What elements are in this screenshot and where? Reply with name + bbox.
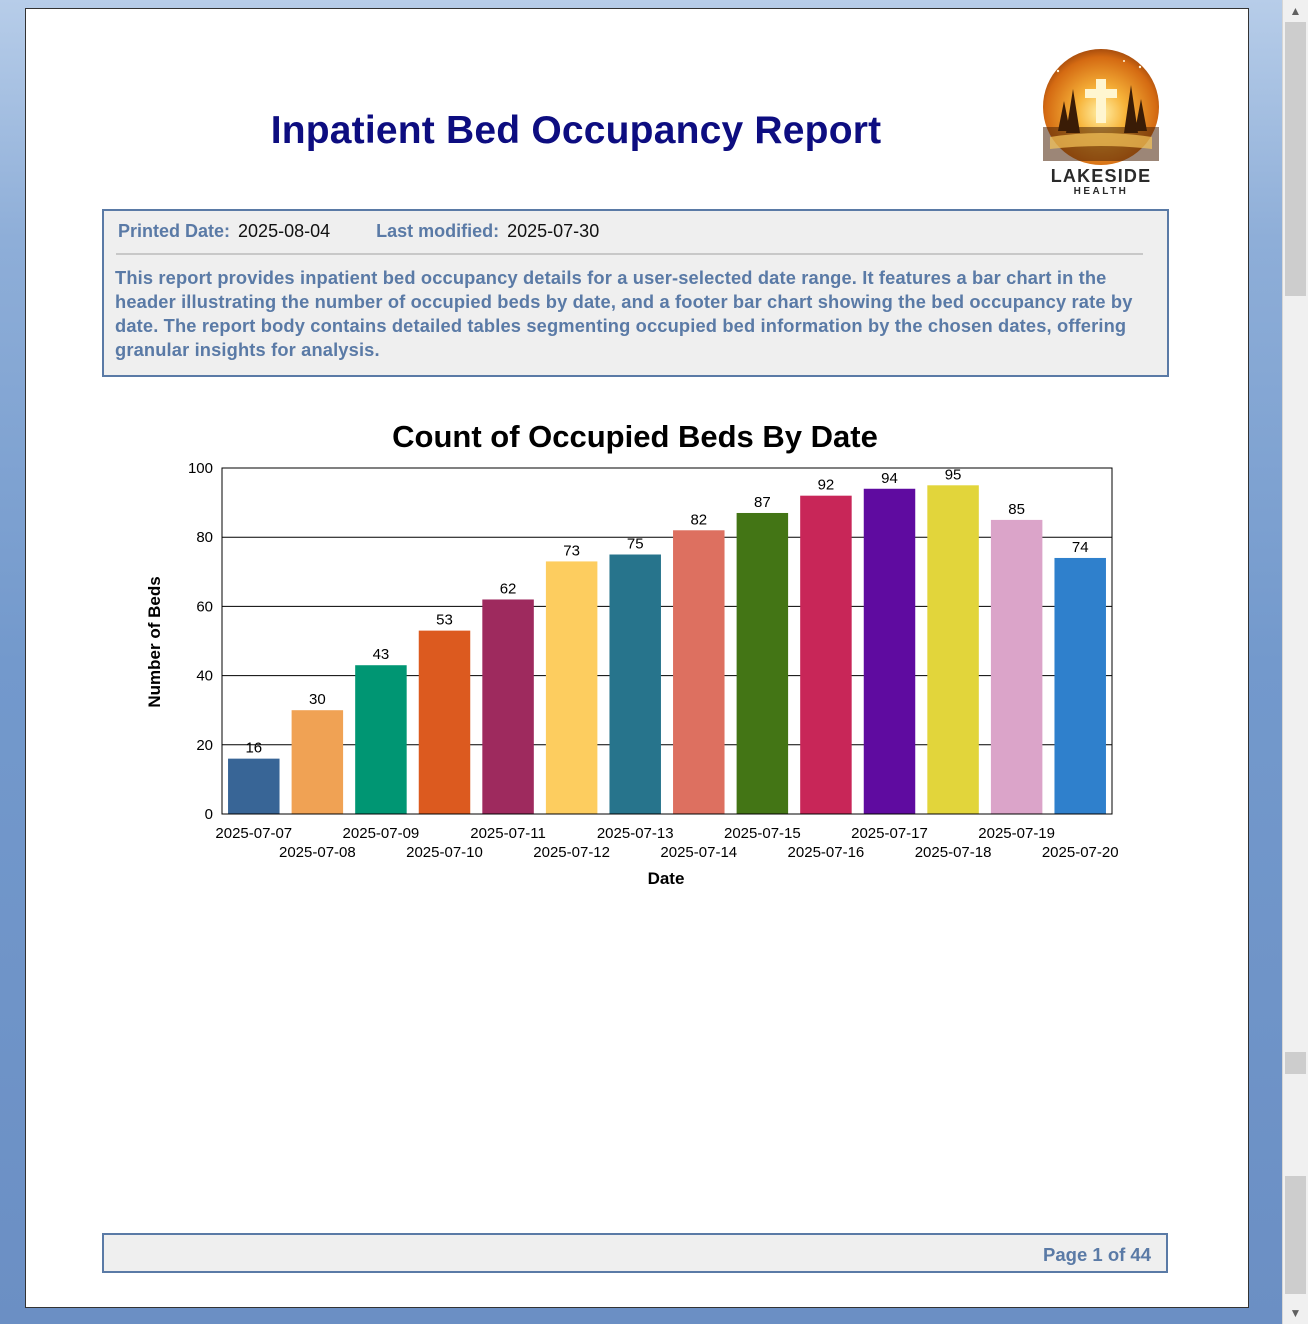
x-tick-label: 2025-07-10 bbox=[406, 844, 483, 861]
bar-value-label: 75 bbox=[627, 536, 644, 553]
y-tick-label: 60 bbox=[196, 598, 213, 615]
bar bbox=[927, 485, 979, 814]
vertical-scrollbar[interactable]: ▲ ▼ bbox=[1282, 0, 1308, 1324]
bar-value-label: 94 bbox=[881, 470, 898, 487]
x-axis-label: Date bbox=[648, 869, 685, 888]
x-tick-label: 2025-07-19 bbox=[978, 825, 1055, 842]
x-tick-label: 2025-07-17 bbox=[851, 825, 928, 842]
bar bbox=[863, 488, 916, 814]
x-tick-label: 2025-07-09 bbox=[343, 825, 420, 842]
x-tick-label: 2025-07-16 bbox=[788, 844, 865, 861]
bar-value-label: 43 bbox=[373, 646, 390, 663]
bar-value-label: 73 bbox=[563, 542, 580, 559]
bar bbox=[673, 530, 725, 814]
bar bbox=[545, 561, 598, 814]
bar-value-label: 92 bbox=[818, 477, 835, 494]
bar-value-label: 53 bbox=[436, 612, 453, 629]
y-axis-ticks: 0 20 40 60 80 100 bbox=[188, 460, 213, 823]
chart-bars bbox=[228, 485, 1106, 814]
bar-value-label: 62 bbox=[500, 580, 517, 597]
bar-value-label: 74 bbox=[1072, 539, 1089, 556]
bar-value-label: 95 bbox=[945, 466, 962, 483]
y-tick-label: 20 bbox=[196, 737, 213, 754]
scroll-thumb-lower[interactable] bbox=[1285, 1176, 1306, 1294]
bar-value-label: 16 bbox=[245, 740, 262, 757]
bar-value-label: 87 bbox=[754, 494, 771, 511]
y-axis-label: Number of Beds bbox=[145, 576, 164, 707]
y-tick-label: 80 bbox=[196, 529, 213, 546]
bar bbox=[736, 512, 789, 814]
bar-value-label: 82 bbox=[690, 511, 707, 528]
scroll-up-button[interactable]: ▲ bbox=[1283, 0, 1308, 22]
scroll-down-button[interactable]: ▼ bbox=[1283, 1302, 1308, 1324]
x-tick-label: 2025-07-14 bbox=[660, 844, 737, 861]
bar bbox=[609, 554, 661, 814]
x-tick-label: 2025-07-18 bbox=[915, 844, 992, 861]
y-tick-label: 100 bbox=[188, 460, 213, 477]
x-axis-ticks: 2025-07-07 2025-07-08 2025-07-09 2025-07-10… bbox=[215, 825, 1118, 861]
bar bbox=[418, 630, 471, 814]
y-tick-label: 40 bbox=[196, 668, 213, 685]
scroll-thumb-secondary[interactable] bbox=[1285, 1052, 1306, 1074]
page-indicator: Page 1 of 44 bbox=[1043, 1244, 1151, 1265]
chart-title: Count of Occupied Beds By Date bbox=[392, 419, 878, 454]
scroll-thumb[interactable] bbox=[1285, 22, 1306, 296]
bar bbox=[800, 495, 852, 814]
occupied-beds-chart: Count of Occupied Beds By Date Number of… bbox=[145, 419, 1119, 888]
report-footer: Page 1 of 44 bbox=[102, 1233, 1168, 1273]
x-tick-label: 2025-07-15 bbox=[724, 825, 801, 842]
x-tick-label: 2025-07-13 bbox=[597, 825, 674, 842]
bar-value-label: 85 bbox=[1008, 501, 1025, 518]
x-tick-label: 2025-07-08 bbox=[279, 844, 356, 861]
bar bbox=[228, 758, 280, 814]
triangle-up-icon: ▲ bbox=[1289, 4, 1302, 18]
bar bbox=[482, 599, 534, 814]
x-tick-label: 2025-07-20 bbox=[1042, 844, 1119, 861]
x-tick-label: 2025-07-07 bbox=[215, 825, 292, 842]
bar bbox=[990, 519, 1043, 814]
bar-value-label: 30 bbox=[309, 691, 326, 708]
bar bbox=[1054, 557, 1106, 814]
x-tick-label: 2025-07-12 bbox=[533, 844, 610, 861]
y-tick-label: 0 bbox=[205, 806, 213, 823]
report-page: Inpatient Bed Occupancy Report LAKESIDE … bbox=[25, 8, 1249, 1308]
triangle-down-icon: ▼ bbox=[1289, 1306, 1302, 1320]
x-tick-label: 2025-07-11 bbox=[470, 825, 546, 842]
bar bbox=[291, 710, 344, 814]
report-viewer: Inpatient Bed Occupancy Report LAKESIDE … bbox=[0, 0, 1282, 1324]
bar bbox=[355, 665, 407, 814]
